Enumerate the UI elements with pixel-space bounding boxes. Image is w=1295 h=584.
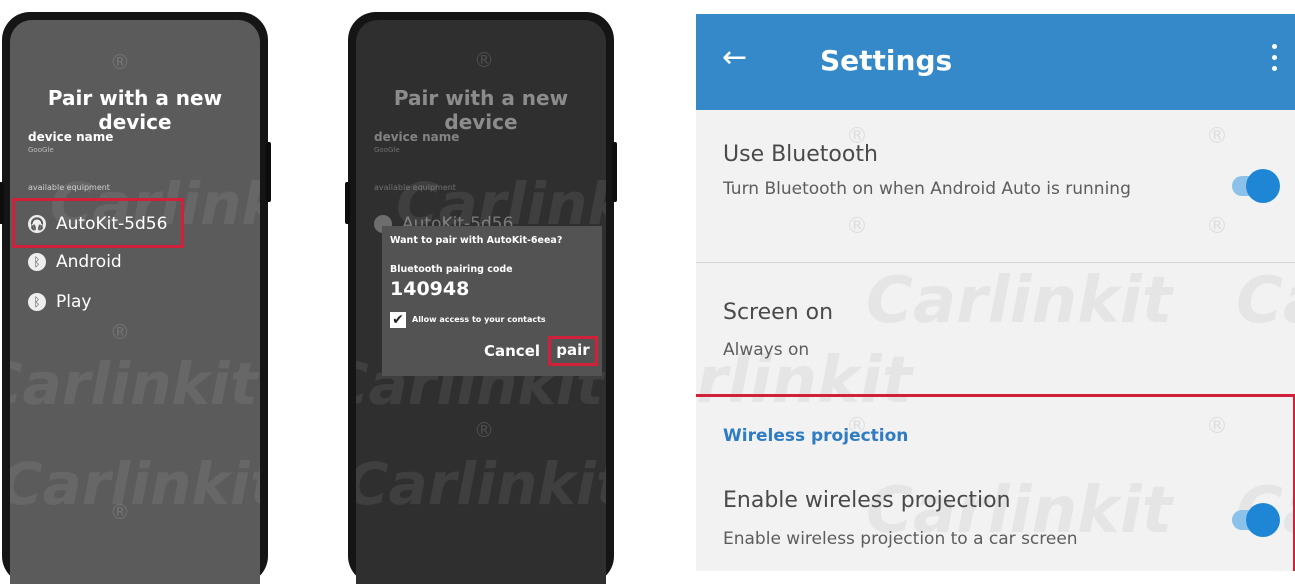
watermark-mark: ® [474,418,494,442]
phone-side-button [0,182,4,224]
phone-pair-screen: Carlinkit Carlinkit Carlinkit ® ® ® Pair… [0,12,271,584]
cancel-button[interactable]: Cancel [484,342,540,360]
phone-power-button [612,142,617,202]
toggle-thumb [1246,503,1280,537]
watermark-mark: ® [110,500,130,524]
screen-on-title: Screen on [723,300,834,325]
phone-power-button [266,142,271,202]
use-bluetooth-subtitle: Turn Bluetooth on when Android Auto is r… [723,179,1131,199]
phone-side-button [345,182,350,224]
more-vert-icon[interactable] [1270,44,1280,78]
use-bluetooth-title: Use Bluetooth [723,142,878,167]
page-title: Pair with a new device [47,86,223,134]
watermark: Carlinkit [866,264,1173,338]
pair-button[interactable]: pair [548,336,598,366]
page-title: Settings [820,44,953,77]
toggle-thumb [1246,169,1280,203]
page-title: Pair with a new device [393,86,569,134]
app-bar: ← Settings [696,14,1295,110]
screen-on-subtitle: Always on [723,340,810,360]
allow-contacts-checkbox[interactable]: ✔ [390,312,406,328]
bluetooth-icon: ᛒ [28,293,46,311]
watermark-mark: ® [110,320,130,344]
phone-screen: Carlinkit Carlinkit Carlinkit ® ® Pair w… [356,20,606,584]
device-item-android[interactable]: ᛒ Android [28,250,122,274]
pairing-code-label: Bluetooth pairing code [390,264,513,275]
phone-screen: Carlinkit Carlinkit Carlinkit ® ® ® Pair… [10,20,260,584]
device-name-label: device name [28,130,114,144]
allow-contacts-label: Allow access to your contacts [412,315,546,324]
watermark-mark: ® [474,48,494,72]
phone-pair-dialog: Carlinkit Carlinkit Carlinkit ® ® Pair w… [345,12,617,584]
pairing-code: 140948 [390,278,470,300]
watermark: Carlinkit [1236,264,1295,338]
device-name-value: GooGle [28,146,54,154]
watermark: Carlinkit [10,350,258,418]
device-name-label: device name [374,130,460,144]
wireless-projection-subtitle: Enable wireless projection to a car scre… [723,529,1078,549]
watermark-mark: ® [1206,214,1228,239]
wireless-projection-title: Enable wireless projection [723,488,1011,513]
wireless-projection-toggle[interactable] [1228,500,1280,540]
dialog-title: Want to pair with AutoKit-6eea? [390,235,563,246]
device-item-play[interactable]: ᛒ Play [28,290,91,314]
watermark: Carlinkit [356,450,606,518]
arrow-left-icon[interactable]: ← [722,38,747,78]
section-header-wireless: Wireless projection [723,426,909,446]
bluetooth-icon: ᛒ [28,253,46,271]
pair-dialog: Want to pair with AutoKit-6eea? Bluetoot… [382,226,602,376]
available-equipment-label: available equipment [374,183,456,192]
divider [696,262,1295,263]
available-equipment-label: available equipment [28,183,110,192]
watermark-mark: ® [846,214,868,239]
watermark-mark: ® [1206,124,1228,149]
device-name: Play [56,292,92,312]
highlight-box [12,198,184,248]
settings-screen: Carlinkit Carlinkit Carlinkit Carlinkit … [696,14,1295,571]
watermark: Carlinkit [10,450,260,518]
device-name-value: GooGle [374,146,400,154]
use-bluetooth-toggle[interactable] [1228,166,1280,206]
watermark-mark: ® [110,50,130,74]
device-name: Android [56,252,122,272]
